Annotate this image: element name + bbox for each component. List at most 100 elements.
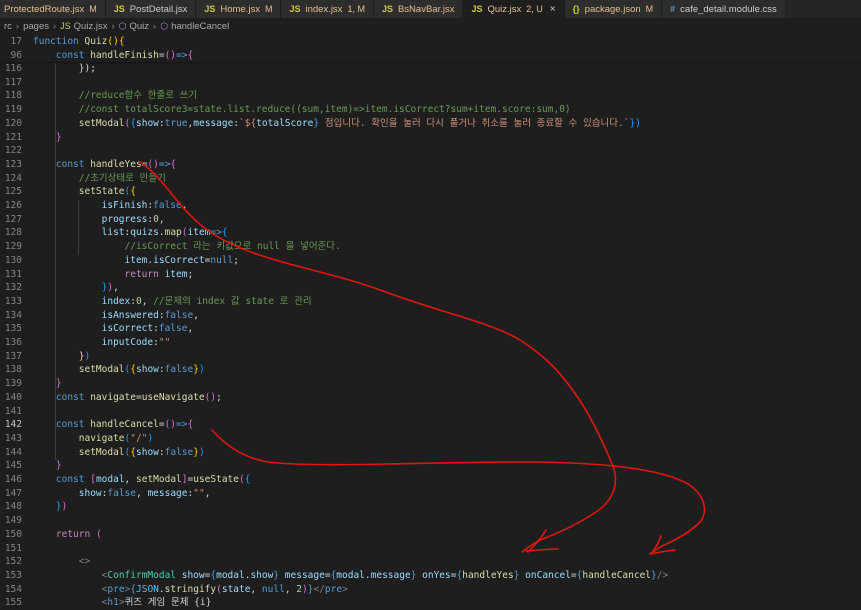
code-line[interactable]: 137 }) [0, 350, 861, 364]
code-line[interactable]: 153 <ConfirmModal show={modal.show} mess… [0, 569, 861, 583]
code-token: //const totalScore3=state.list.reduce((s… [33, 104, 571, 116]
code-token: const [33, 474, 91, 485]
line-number: 152 [4, 556, 22, 568]
code-editor[interactable]: 116 }); 117 118 //reduce함수 한줄로 쓰기 119 //con… [0, 34, 861, 608]
line-number: 153 [4, 569, 22, 581]
code-line[interactable]: 150 return ( [0, 528, 861, 542]
code-line[interactable]: 151 [0, 542, 861, 556]
code-token: setModal [78, 364, 125, 376]
code-token: //reduce함수 한줄로 쓰기 [33, 90, 198, 102]
editor-tab[interactable]: JS PostDetail.jsx [105, 0, 197, 18]
code-line[interactable]: 146 const [modal, setModal]=useState({ [0, 473, 861, 487]
breadcrumb-item[interactable]: JS Quiz.jsx [60, 21, 107, 32]
code-line[interactable]: 17 function Quiz(){ [0, 35, 861, 49]
code-token: } [33, 460, 62, 472]
code-line[interactable]: 130 item.isCorrect=null; [0, 254, 861, 268]
git-status-badge: 1, M [347, 4, 365, 14]
code-line[interactable]: 128 list:quizs.map(item=>{ [0, 226, 861, 240]
code-text: isFinish:false, [33, 199, 188, 213]
code-token: } [33, 378, 62, 390]
code-line[interactable]: 121 } [0, 131, 861, 145]
code-line[interactable]: 118 //reduce함수 한줄로 쓰기 [0, 89, 861, 103]
breadcrumb-item[interactable]: ⬡ handleCancel [160, 21, 229, 32]
code-token: //isCorrect 라는 키값으로 null 을 넣어준다. [33, 241, 341, 253]
editor-tab[interactable]: JS index.jsx 1, M [281, 0, 374, 18]
code-line[interactable]: 138 setModal({show:false}) [0, 363, 861, 377]
code-line[interactable]: 117 [0, 76, 861, 90]
code-line[interactable]: 133 index:0, //문제의 index 값 state 로 관리 [0, 295, 861, 309]
breadcrumb-item[interactable]: rc [4, 21, 12, 32]
code-line[interactable]: 124 //초기상태로 만들기 [0, 172, 861, 186]
code-line[interactable]: 155 <h1>퀴즈 게임 문제 {i} [0, 596, 861, 610]
code-line[interactable]: 140 const navigate=useNavigate(); [0, 391, 861, 405]
close-tab-icon[interactable]: × [550, 4, 556, 15]
code-line[interactable]: 134 isAnswered:false, [0, 309, 861, 323]
code-line[interactable]: 120 setModal({show:true,message:`${total… [0, 117, 861, 131]
breadcrumb-label: rc [4, 20, 12, 32]
code-line[interactable]: 136 inputCode:"" [0, 336, 861, 350]
code-line[interactable]: 149 [0, 514, 861, 528]
code-text: //reduce함수 한줄로 쓰기 [33, 89, 197, 103]
code-line[interactable]: 152 <> [0, 555, 861, 569]
code-line[interactable]: 139 } [0, 377, 861, 391]
editor-tab[interactable]: JS Quiz.jsx 2, U × [463, 0, 565, 18]
line-number: 17 [10, 36, 22, 47]
code-token: handleFinish [90, 49, 159, 61]
code-line[interactable]: 142 const handleCancel=()=>{ [0, 418, 861, 432]
code-line[interactable]: 126 isFinish:false, [0, 199, 861, 213]
git-status-badge: M [89, 4, 97, 14]
code-line[interactable]: 131 return item; [0, 268, 861, 282]
code-line[interactable]: 132 }), [0, 281, 861, 295]
code-token: false [164, 364, 194, 376]
code-line[interactable]: 135 isCorrect:false, [0, 322, 861, 336]
git-status-badge: M [645, 4, 654, 14]
breadcrumb-item[interactable]: ⬡ Quiz [119, 21, 149, 32]
code-token: , [141, 295, 154, 307]
code-token: modal [216, 569, 245, 581]
code-line[interactable]: 148 }) [0, 500, 861, 514]
code-line[interactable]: 122 [0, 144, 861, 158]
code-token: }) [629, 117, 641, 129]
code-line[interactable]: 119 //const totalScore3=state.list.reduc… [0, 103, 861, 117]
code-token: show [250, 569, 274, 581]
code-line[interactable]: 147 show:false, message:"", [0, 487, 861, 501]
code-token: handleYes [462, 569, 514, 581]
line-number: 129 [4, 241, 22, 253]
code-token: () [164, 419, 177, 431]
code-line[interactable]: 141 [0, 405, 861, 419]
code-line[interactable]: 154 <pre>{JSON.stringify(state, null, 2)… [0, 583, 861, 597]
code-line[interactable]: 125 setState({ [0, 185, 861, 199]
code-token: , [158, 213, 165, 225]
code-token: ( [95, 528, 102, 540]
code-text: }), [33, 281, 119, 295]
code-line[interactable]: 123 const handleYes=()=>{ [0, 158, 861, 172]
code-token: , [193, 309, 199, 321]
code-line[interactable]: 129 //isCorrect 라는 키값으로 null 을 넣어준다. [0, 240, 861, 254]
code-token: , [187, 323, 194, 335]
editor-tab[interactable]: # cafe_detail.module.css [662, 0, 786, 18]
editor-tab[interactable]: ProtectedRoute.jsx M [0, 0, 106, 18]
editor-tab[interactable]: JS BsNavBar.jsx [373, 0, 464, 18]
code-line[interactable]: 144 setModal({show:false}) [0, 446, 861, 460]
code-line[interactable]: 143 navigate("/") [0, 432, 861, 446]
code-text: function Quiz(){ [33, 35, 125, 49]
code-text: progress:0, [33, 213, 165, 227]
code-text: return ( [33, 528, 102, 542]
breadcrumb-item[interactable]: pages [23, 21, 49, 32]
code-line[interactable]: 96 const handleFinish=()=>{ [0, 48, 861, 63]
editor-tab[interactable]: {} package.json M [564, 0, 663, 18]
code-text: <ConfirmModal show={modal.show} message=… [33, 569, 669, 583]
code-token: return [124, 268, 165, 280]
code-token: ) [198, 364, 205, 376]
code-line[interactable]: 127 progress:0, [0, 213, 861, 227]
code-token: (){ [107, 36, 125, 47]
code-text: setState({ [33, 185, 136, 199]
code-line[interactable]: 145 } [0, 459, 861, 473]
line-number: 144 [4, 446, 22, 458]
editor-tab[interactable]: JS Home.jsx M [196, 0, 282, 18]
code-text: list:quizs.map(item=>{ [33, 226, 228, 240]
